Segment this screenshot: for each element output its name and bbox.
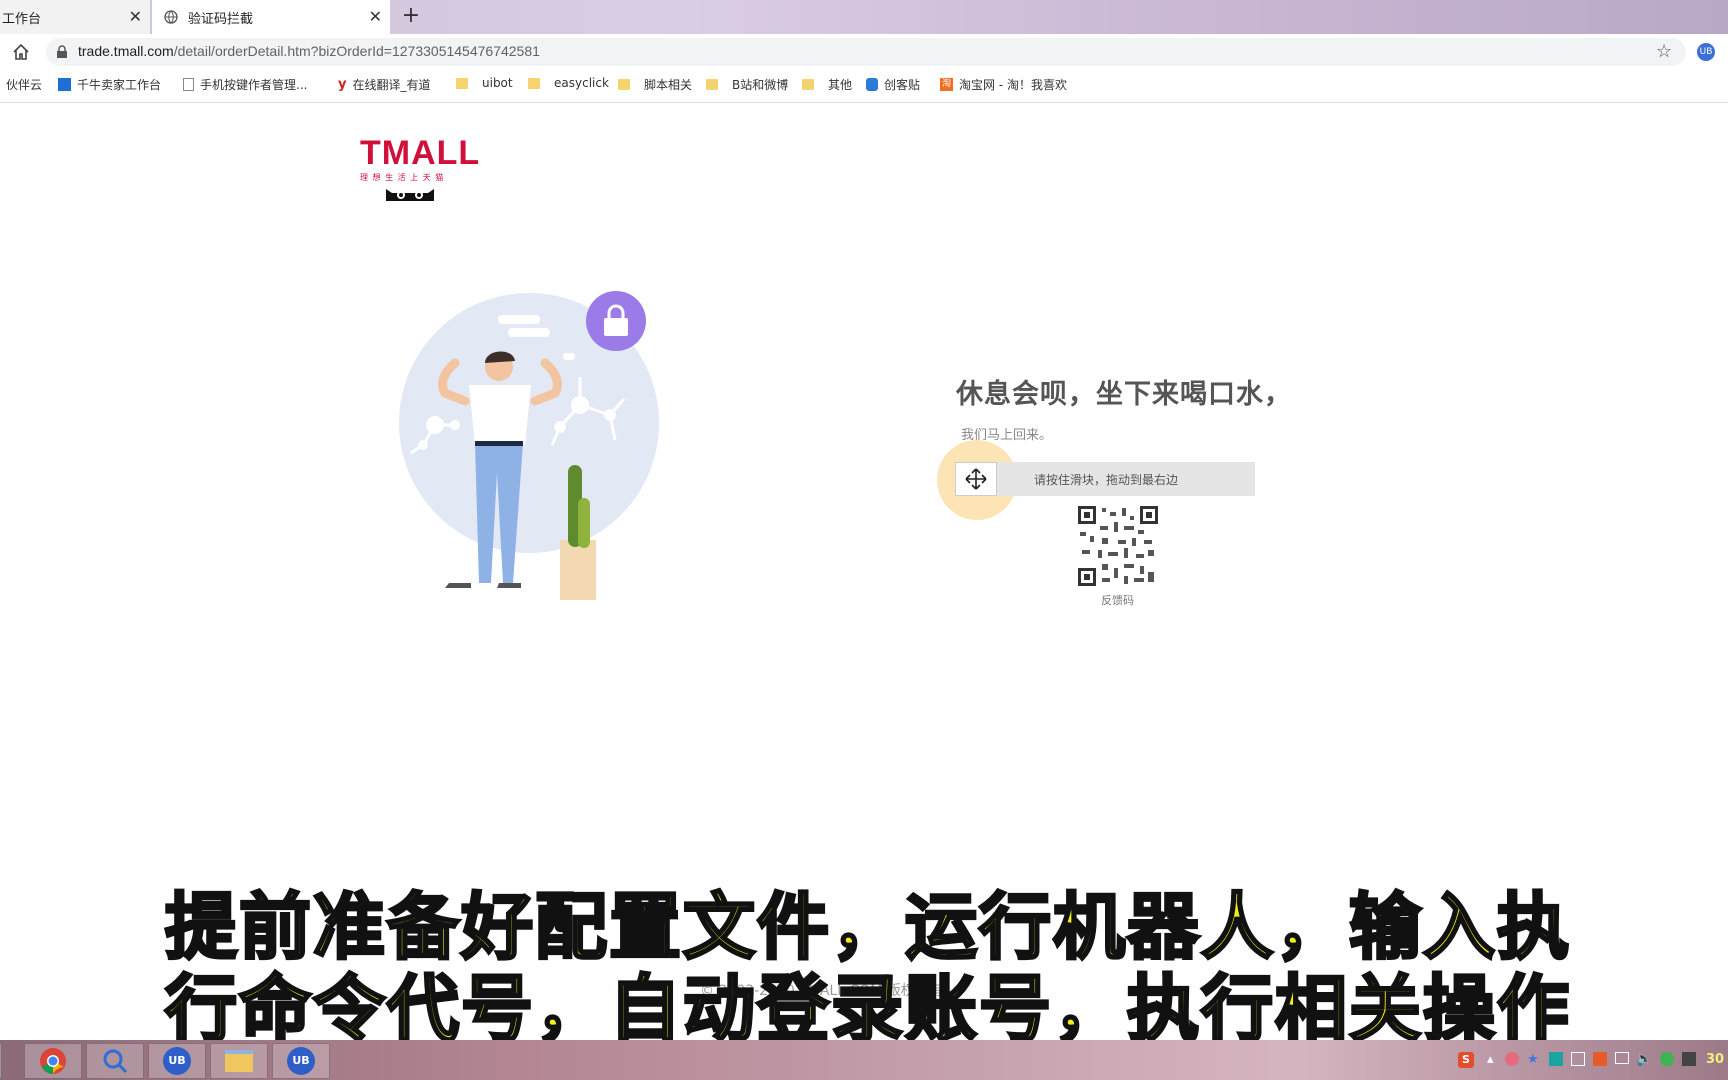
tray-app-icon[interactable] <box>1505 1052 1519 1066</box>
new-tab-button[interactable]: + <box>398 4 424 30</box>
tray-app-icon[interactable] <box>1593 1052 1607 1066</box>
bookmark-item[interactable]: 伙伴云 <box>6 76 42 93</box>
taobao-icon: 淘 <box>940 78 953 91</box>
tray-star-icon[interactable]: ★ <box>1527 1052 1539 1067</box>
uibot-icon: UB <box>163 1047 191 1075</box>
move-cursor-icon <box>965 468 987 490</box>
folder-icon <box>528 77 540 89</box>
captcha-headline: 休息会呗，坐下来喝口水， <box>956 379 1292 410</box>
network-icon[interactable] <box>1615 1052 1629 1064</box>
lock-icon <box>57 45 67 58</box>
taskbar-explorer-button[interactable] <box>210 1043 268 1079</box>
bookmark-item[interactable]: y 在线翻译_有道 <box>338 76 431 93</box>
tray-app-icon[interactable] <box>1682 1052 1696 1066</box>
tray-expand-icon[interactable]: ▴ <box>1487 1052 1494 1067</box>
taskbar-search-button[interactable] <box>86 1043 144 1079</box>
qianniu-icon <box>58 78 71 91</box>
taskbar-folder-button[interactable] <box>0 1043 2 1079</box>
home-icon[interactable] <box>11 42 31 62</box>
globe-icon <box>164 10 178 24</box>
url-path: /detail/orderDetail.htm?bizOrderId=12733… <box>173 43 540 59</box>
bookmark-item[interactable]: easyclick <box>528 76 609 90</box>
close-icon[interactable]: ✕ <box>129 7 142 26</box>
folder-icon <box>456 77 468 89</box>
chrome-icon <box>40 1048 66 1074</box>
url-host: trade.tmall.com <box>78 43 174 59</box>
bookmark-label: 手机按键作者管理... <box>200 78 308 92</box>
bookmark-item[interactable]: uibot <box>456 76 513 90</box>
bookmark-label: 创客贴 <box>884 78 921 92</box>
bookmark-item[interactable]: B站和微博 <box>706 76 788 93</box>
bookmark-item[interactable]: 淘淘宝网 - 淘！我喜欢 <box>940 76 1067 93</box>
chuangketie-icon <box>866 78 878 91</box>
bookmark-item[interactable]: 手机按键作者管理... <box>183 76 307 93</box>
taskbar-uibot-worker-button[interactable]: UB <box>272 1043 330 1079</box>
bookmark-item[interactable]: 创客贴 <box>866 76 920 93</box>
bookmark-item[interactable]: 千牛卖家工作台 <box>58 76 161 93</box>
tab-workbench[interactable]: 工作台 ✕ <box>0 0 150 34</box>
bookmark-label: 千牛卖家工作台 <box>77 78 162 92</box>
bookmark-label: 在线翻译_有道 <box>352 78 431 92</box>
tray-app-icon[interactable] <box>1571 1052 1585 1066</box>
qr-code <box>1078 506 1158 586</box>
tab-title: 工作台 <box>2 11 42 27</box>
bookmark-label: easyclick <box>554 76 609 90</box>
taskbar-chrome-button[interactable] <box>24 1043 82 1079</box>
slider-handle[interactable] <box>955 462 997 496</box>
bag-icon <box>604 318 628 336</box>
volume-icon[interactable]: 🔈 <box>1636 1052 1652 1067</box>
folder-icon <box>802 79 814 90</box>
bookmark-label: 脚本相关 <box>644 78 693 92</box>
search-app-icon <box>103 1049 128 1074</box>
url-text[interactable]: trade.tmall.com/detail/orderDetail.htm?b… <box>78 43 540 59</box>
uibot-icon: UB <box>287 1047 315 1075</box>
tmall-logo[interactable]: TMALL 理 想 生 活 上 天 猫 <box>360 136 480 201</box>
star-icon[interactable]: ☆ <box>1656 41 1672 62</box>
slider-hint: 请按住滑块，拖动到最右边 <box>1034 473 1179 487</box>
bookmark-label: uibot <box>482 76 513 90</box>
logo-slogan: 理 想 生 活 上 天 猫 <box>360 173 445 182</box>
tmall-cat-icon <box>386 189 434 201</box>
file-explorer-icon <box>225 1050 253 1072</box>
bookmark-label: 淘宝网 - 淘！我喜欢 <box>959 78 1067 92</box>
resting-man-illustration <box>399 291 659 600</box>
logo-text: TMALL <box>360 134 481 172</box>
tray-app-icon[interactable] <box>1549 1052 1563 1066</box>
tray-app-icon[interactable] <box>1660 1052 1674 1066</box>
youdao-icon: y <box>338 77 347 92</box>
qr-label: 反馈码 <box>1101 594 1134 607</box>
folder-icon <box>618 79 630 90</box>
clock[interactable]: 30 <box>1706 1052 1724 1067</box>
extension-icon[interactable]: UB <box>1697 43 1715 61</box>
bookmark-label: 伙伴云 <box>6 78 43 92</box>
bookmark-item[interactable]: 脚本相关 <box>618 76 692 93</box>
taskbar-uibot-button[interactable]: UB <box>148 1043 206 1079</box>
tab-title: 验证码拦截 <box>188 11 254 27</box>
doc-icon <box>183 78 194 91</box>
tab-captcha[interactable]: 验证码拦截 ✕ <box>152 0 390 34</box>
bookmark-item[interactable]: 其他 <box>802 76 852 93</box>
close-icon[interactable]: ✕ <box>369 7 382 26</box>
bookmark-label: 其他 <box>828 78 853 92</box>
folder-icon <box>706 79 718 90</box>
sogou-ime-icon[interactable]: S <box>1458 1052 1474 1068</box>
bookmark-label: B站和微博 <box>732 78 789 92</box>
